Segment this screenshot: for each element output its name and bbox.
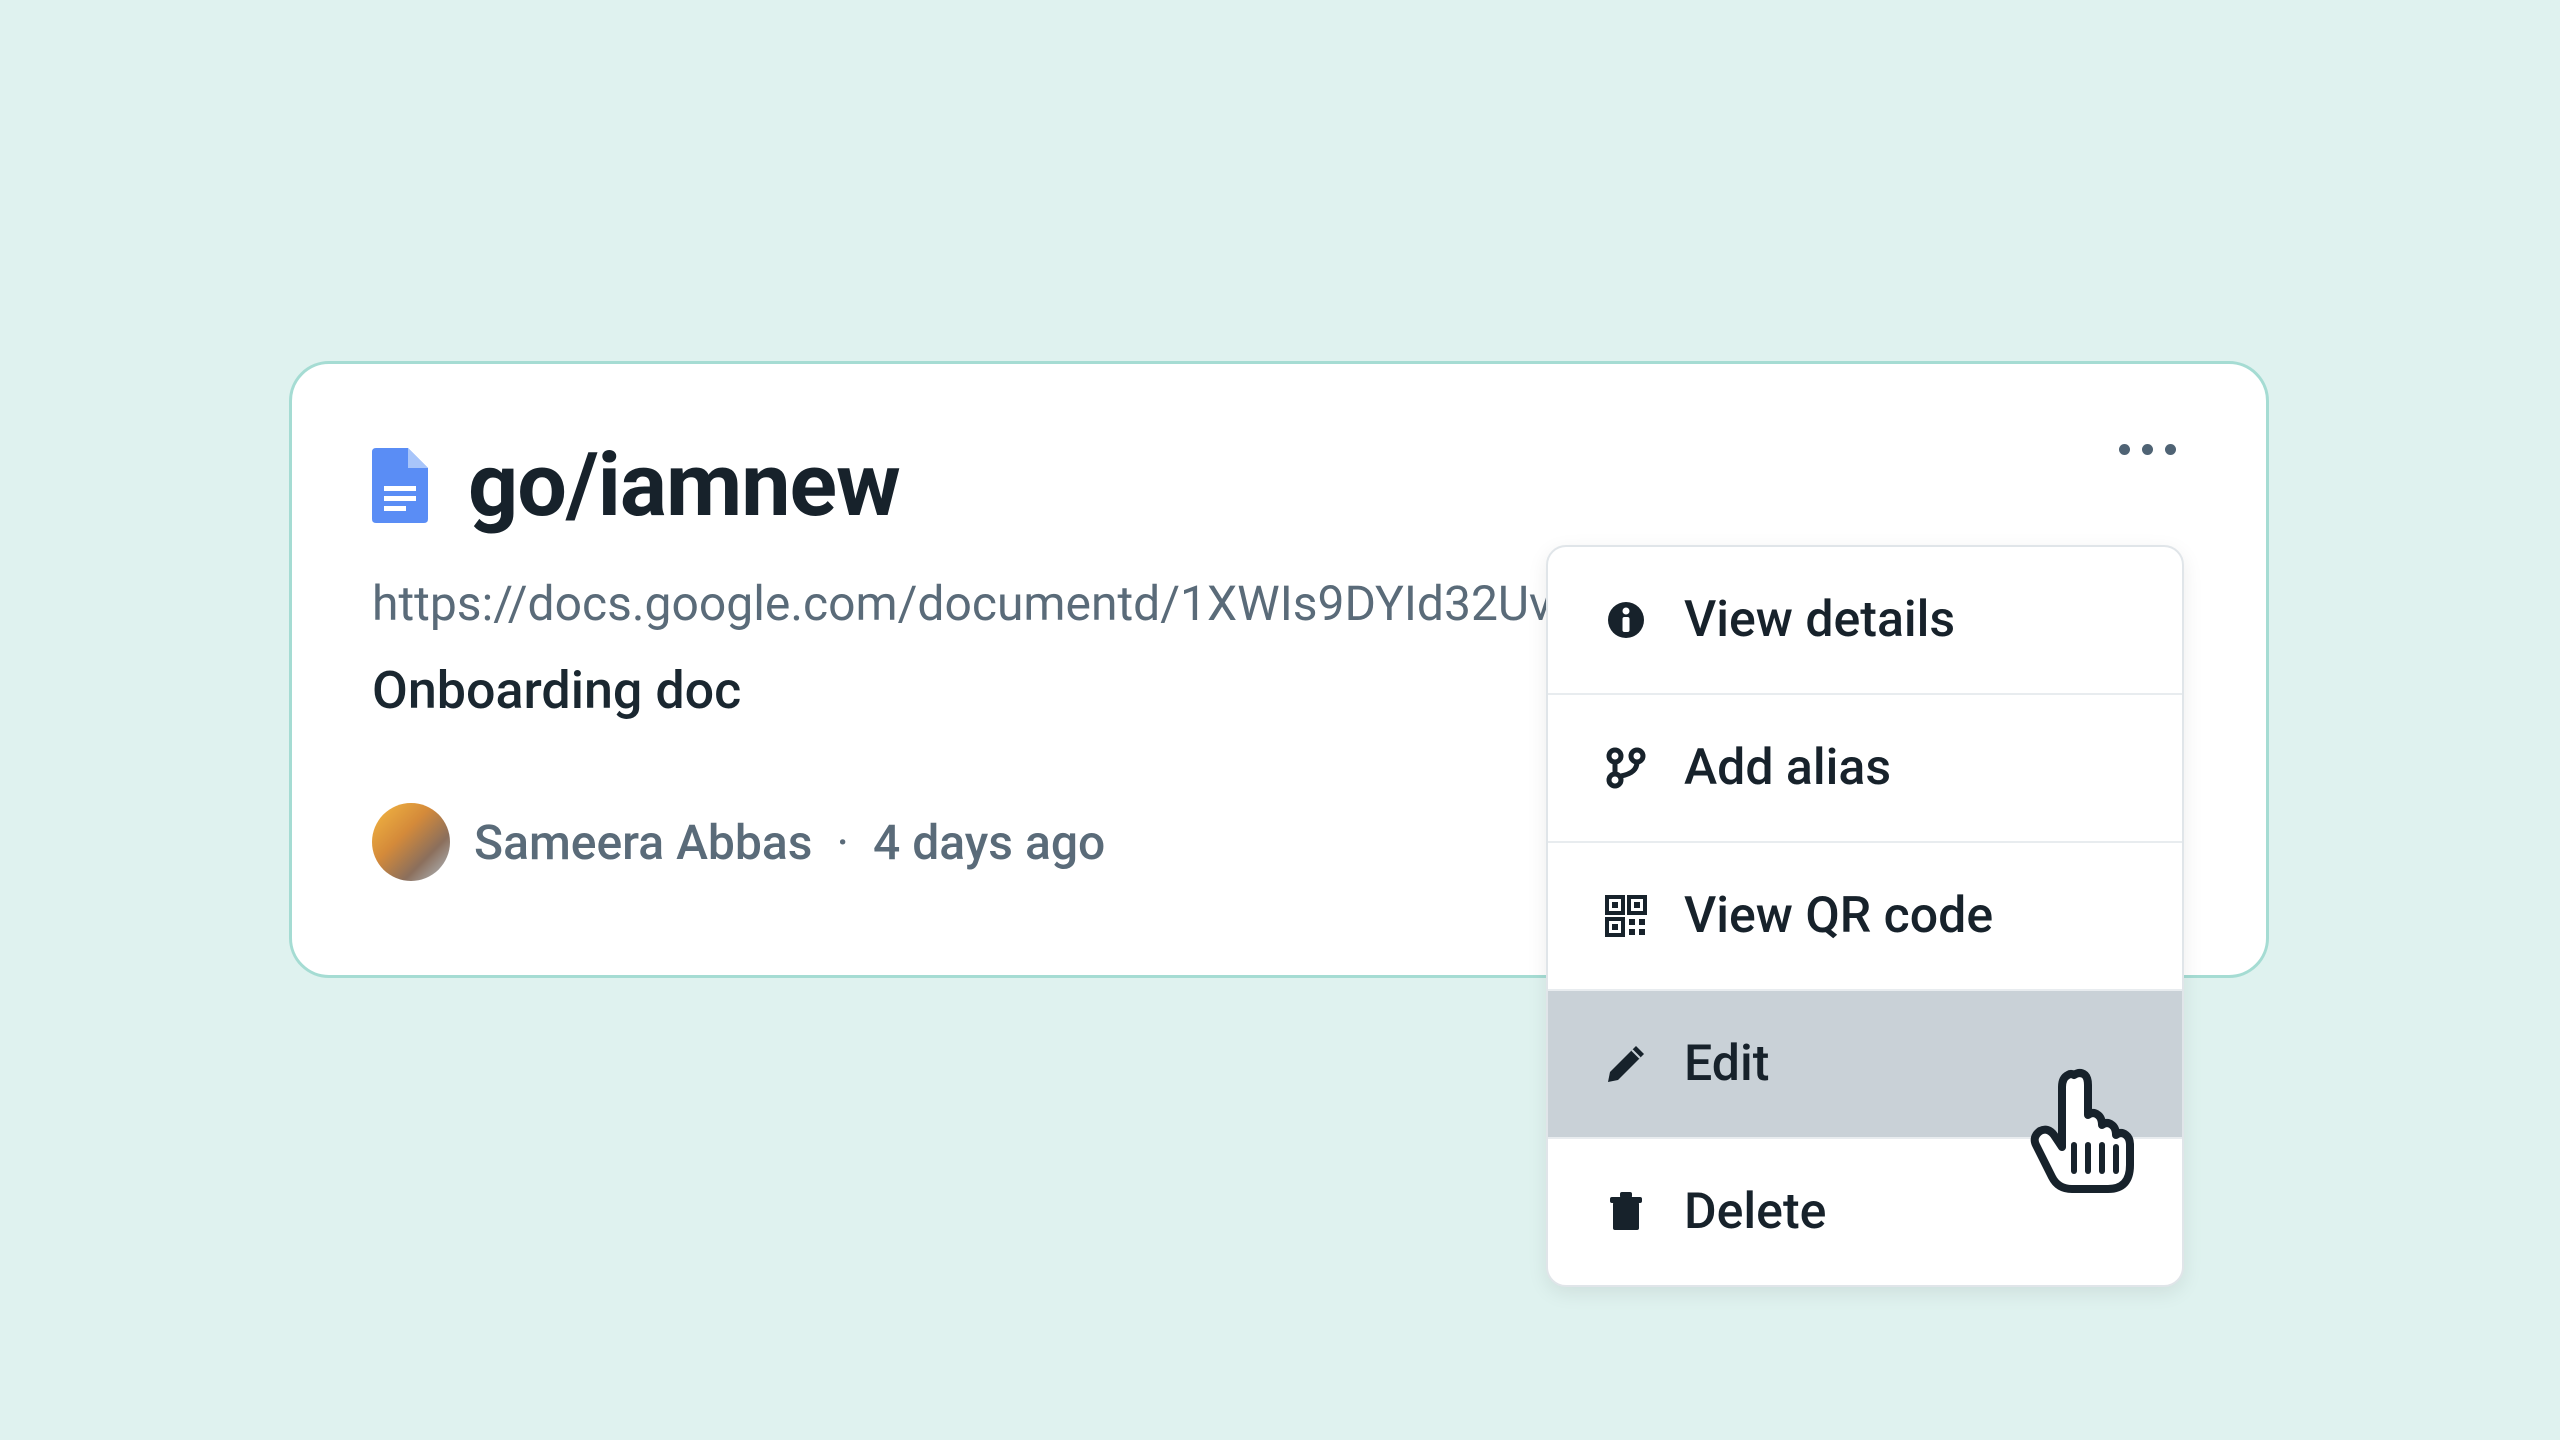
menu-label: View details xyxy=(1684,591,1955,649)
google-doc-icon xyxy=(372,448,428,523)
author-name: Sameera Abbas xyxy=(474,814,812,871)
menu-label: Add alias xyxy=(1684,739,1891,797)
pencil-icon xyxy=(1604,1042,1648,1086)
menu-label: Edit xyxy=(1684,1035,1769,1093)
card-header: go/iamnew xyxy=(372,434,2186,537)
meta-separator: · xyxy=(836,814,849,871)
branch-icon xyxy=(1604,746,1648,790)
menu-item-delete[interactable]: Delete xyxy=(1548,1139,2182,1285)
menu-label: View QR code xyxy=(1684,887,1993,945)
trash-icon xyxy=(1604,1190,1648,1234)
menu-item-edit[interactable]: Edit xyxy=(1548,991,2182,1139)
context-menu: View details Add alias xyxy=(1546,545,2184,1287)
info-icon xyxy=(1604,598,1648,642)
author-avatar xyxy=(372,803,450,881)
menu-item-view-qr[interactable]: View QR code xyxy=(1548,843,2182,991)
qr-code-icon xyxy=(1604,894,1648,938)
link-timestamp: 4 days ago xyxy=(873,814,1105,871)
more-dot-icon xyxy=(2119,444,2130,455)
more-dot-icon xyxy=(2165,444,2176,455)
more-dot-icon xyxy=(2142,444,2153,455)
menu-item-add-alias[interactable]: Add alias xyxy=(1548,695,2182,843)
menu-label: Delete xyxy=(1684,1183,1826,1241)
menu-item-view-details[interactable]: View details xyxy=(1548,547,2182,695)
link-title: go/iamnew xyxy=(468,434,900,537)
more-options-button[interactable] xyxy=(2109,434,2186,465)
